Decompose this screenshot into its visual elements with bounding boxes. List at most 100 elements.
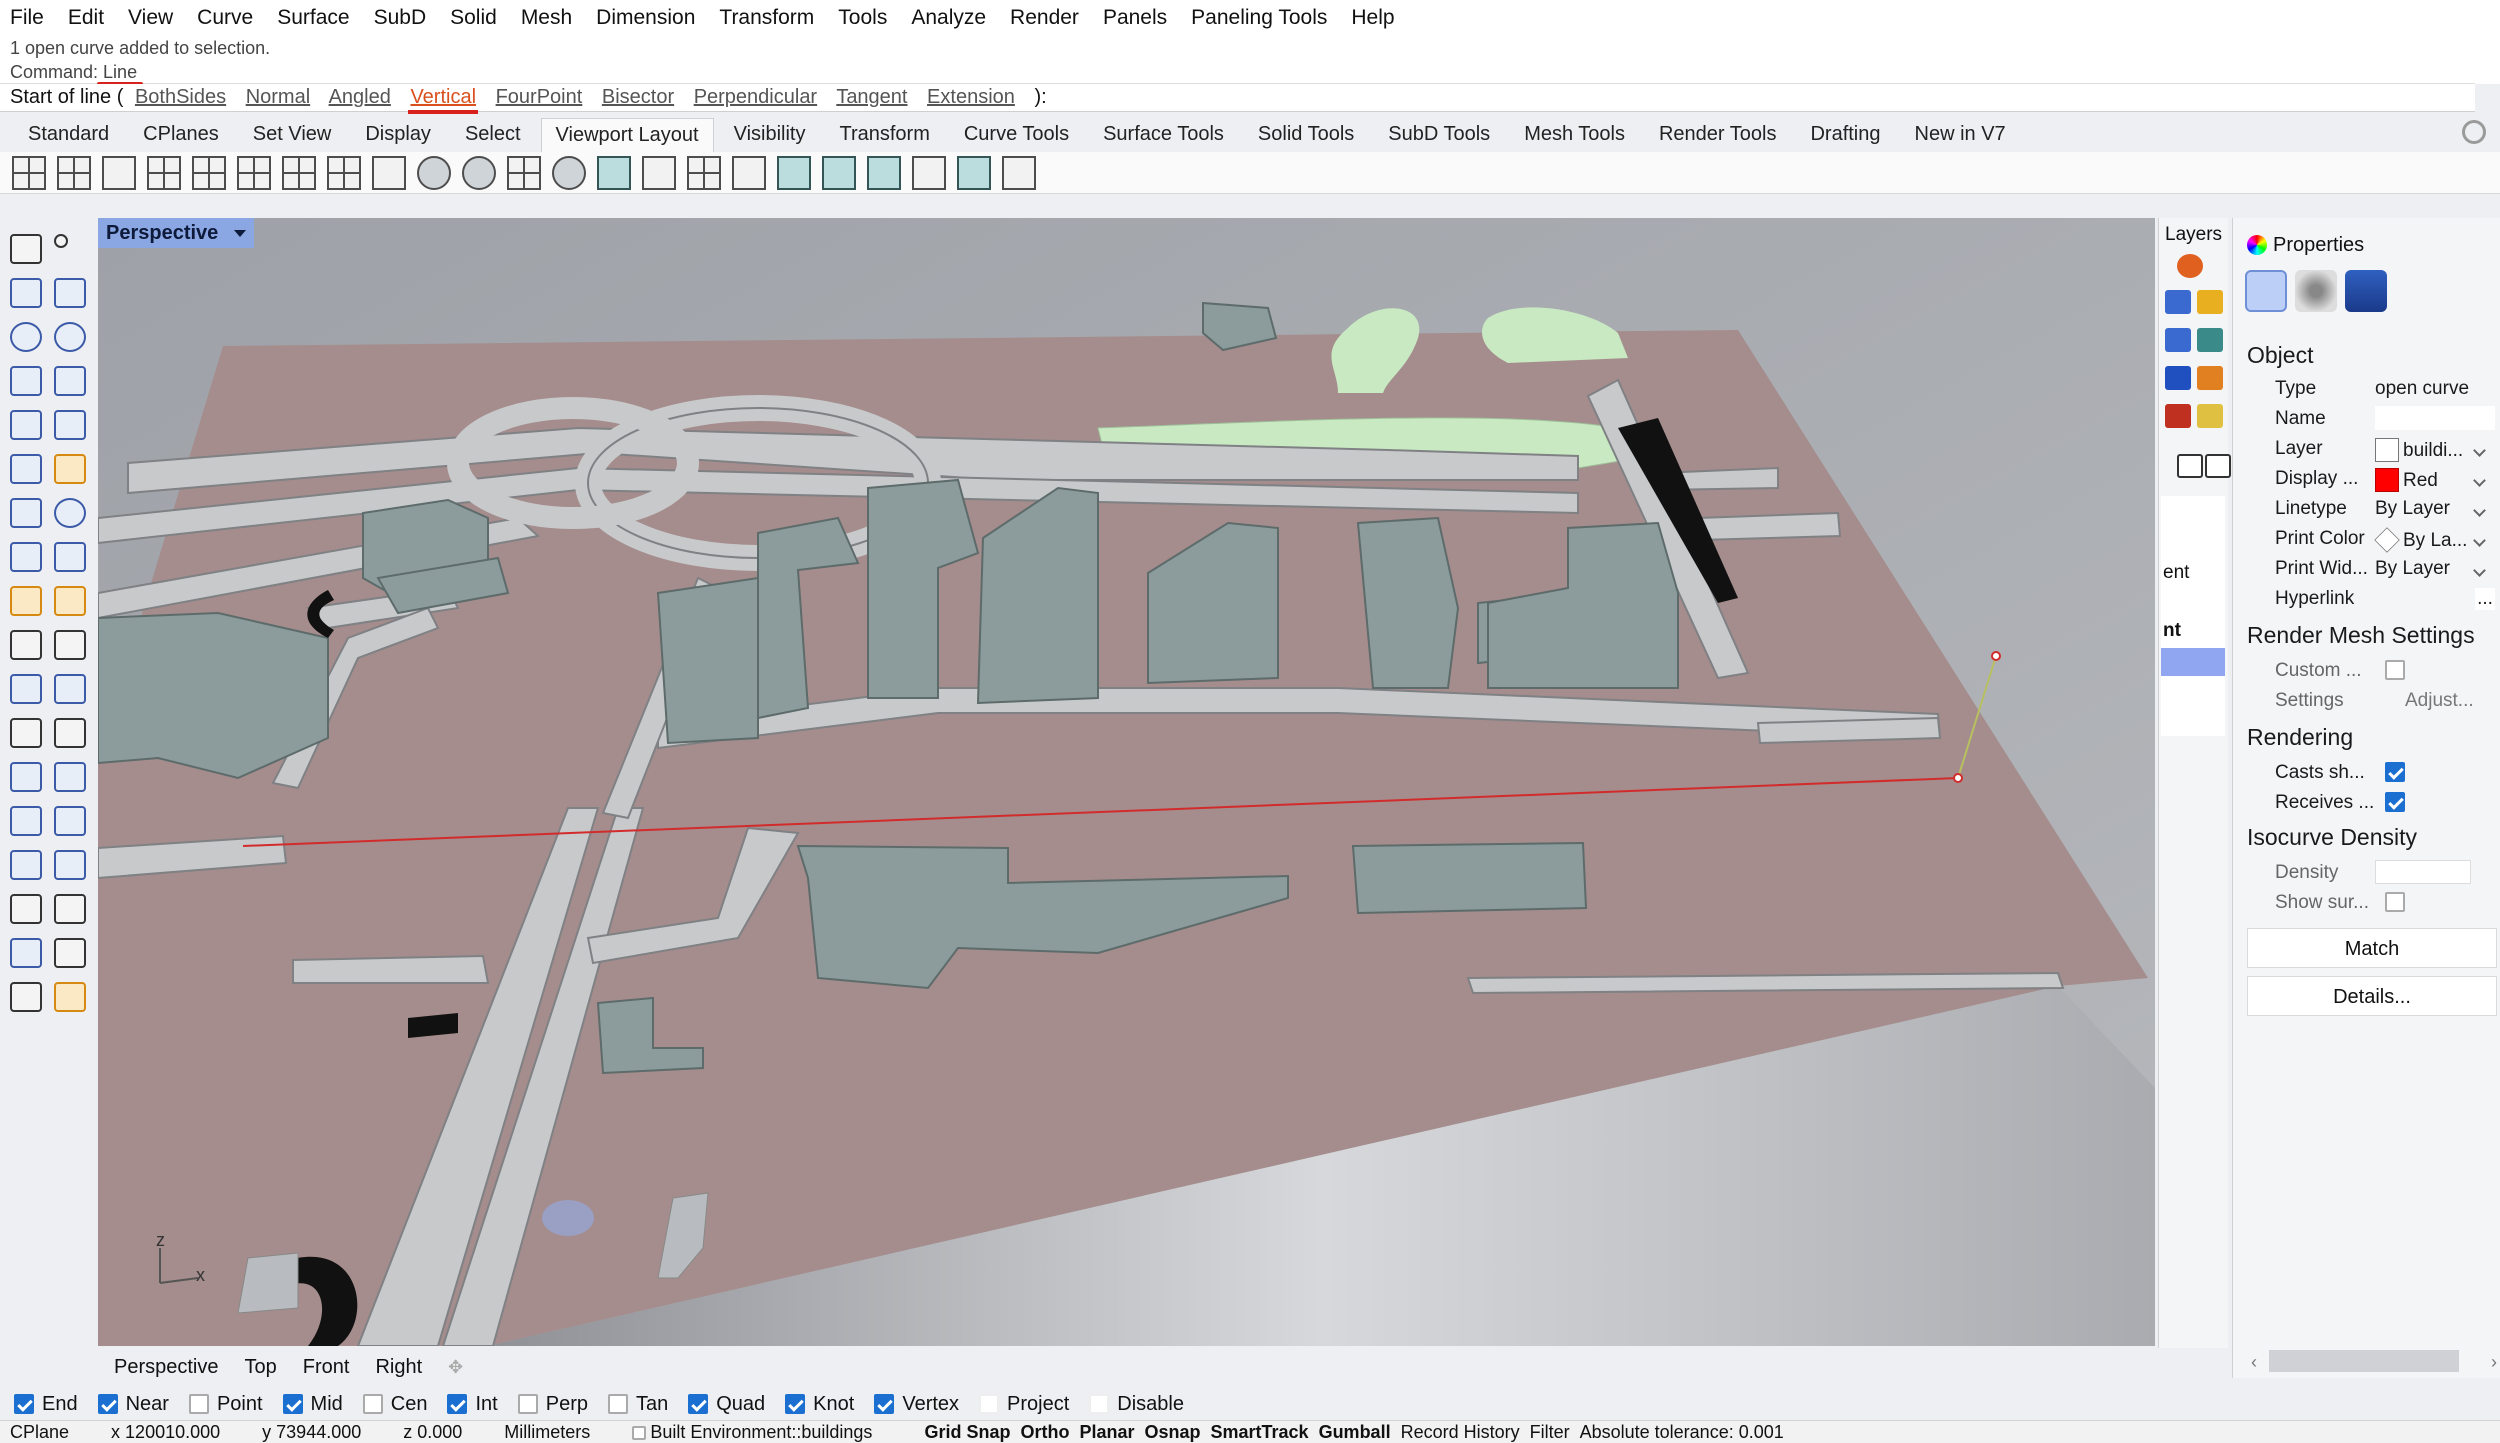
osnap-quad[interactable]: Quad	[688, 1393, 765, 1416]
option-angled[interactable]: Angled	[329, 86, 391, 108]
tab-new-in-v7[interactable]: New in V7	[1901, 118, 2020, 152]
layer-filter-icon[interactable]	[2197, 328, 2223, 352]
density-row[interactable]: Density	[2275, 860, 2495, 888]
tab-surface-tools[interactable]: Surface Tools	[1089, 118, 1238, 152]
status-cplane[interactable]: CPlane	[10, 1422, 69, 1443]
page-number-icon[interactable]	[957, 155, 991, 190]
layers-title[interactable]: Layers	[2159, 218, 2228, 246]
mirror-icon[interactable]	[54, 718, 86, 748]
menu-transform[interactable]: Transform	[719, 6, 814, 30]
split-vertical-icon[interactable]	[282, 155, 316, 190]
circle-icon[interactable]	[10, 322, 42, 352]
copy-icon[interactable]	[2205, 454, 2231, 478]
menu-subd[interactable]: SubD	[374, 6, 427, 30]
osnap-cen[interactable]: Cen	[362, 1393, 427, 1416]
tab-transform[interactable]: Transform	[825, 118, 943, 152]
menu-paneling-tools[interactable]: Paneling Tools	[1191, 6, 1327, 30]
scene-canvas[interactable]: x z	[98, 218, 2155, 1346]
cylinder-icon[interactable]	[10, 542, 42, 572]
osnap-project[interactable]: Project	[979, 1393, 1069, 1416]
distance-icon[interactable]	[54, 894, 86, 924]
custom-mesh-row[interactable]: Custom ...	[2275, 658, 2495, 686]
arc-icon[interactable]	[10, 410, 42, 440]
menu-help[interactable]: Help	[1351, 6, 1394, 30]
named-view-icon[interactable]	[417, 155, 451, 190]
split-viewport-icon[interactable]	[192, 155, 226, 190]
split-horizontal-icon[interactable]	[237, 155, 271, 190]
material-icon[interactable]	[2165, 404, 2191, 428]
tab-curve-tools[interactable]: Curve Tools	[950, 118, 1083, 152]
menu-file[interactable]: File	[10, 6, 44, 30]
vp-tab-front[interactable]: Front	[303, 1356, 350, 1379]
osnap-mid[interactable]: Mid	[282, 1393, 343, 1416]
option-bisector[interactable]: Bisector	[602, 86, 674, 108]
render-viewport-icon[interactable]	[597, 155, 631, 190]
osnap-tan[interactable]: Tan	[607, 1393, 668, 1416]
camera-icon[interactable]	[867, 155, 901, 190]
boolean-union-icon[interactable]	[10, 674, 42, 704]
menu-edit[interactable]: Edit	[68, 6, 104, 30]
prop-row-print-color[interactable]: Print Color By La...	[2275, 526, 2495, 554]
selected-layer-row[interactable]	[2161, 648, 2225, 676]
point-icon[interactable]	[54, 234, 68, 248]
viewport-title[interactable]: Perspective	[98, 218, 255, 248]
osnap-vertex[interactable]: Vertex	[874, 1393, 959, 1416]
light-bulb-icon[interactable]	[2197, 404, 2223, 428]
layout-icon[interactable]	[10, 938, 42, 968]
block-icon[interactable]	[10, 850, 42, 880]
layer-up-icon[interactable]	[2165, 328, 2191, 352]
properties-title[interactable]: Properties	[2247, 234, 2364, 257]
tools-icon[interactable]	[2197, 366, 2223, 390]
history-scrollbar[interactable]	[2475, 36, 2500, 84]
option-bothsides[interactable]: BothSides	[135, 86, 226, 108]
edit-points-icon[interactable]	[54, 806, 86, 836]
sphere-icon[interactable]	[54, 498, 86, 528]
grid-array-icon[interactable]	[10, 894, 42, 924]
trim-icon[interactable]	[10, 630, 42, 660]
print-icon[interactable]	[912, 155, 946, 190]
menu-surface[interactable]: Surface	[277, 6, 349, 30]
folder-icon[interactable]	[2197, 290, 2223, 314]
polyline-icon[interactable]	[10, 278, 42, 308]
extrude-icon[interactable]	[54, 454, 86, 484]
array-icon[interactable]	[10, 806, 42, 836]
viewport-properties-icon[interactable]	[327, 155, 361, 190]
menu-view[interactable]: View	[128, 6, 173, 30]
tab-solid-tools[interactable]: Solid Tools	[1244, 118, 1368, 152]
osnap-disable[interactable]: Disable	[1089, 1393, 1184, 1416]
option-normal[interactable]: Normal	[246, 86, 310, 108]
explode-icon[interactable]	[54, 586, 86, 616]
option-extension[interactable]: Extension	[927, 86, 1015, 108]
vp-tab-top[interactable]: Top	[245, 1356, 277, 1379]
curve-icon[interactable]	[54, 278, 86, 308]
lens-icon[interactable]	[552, 155, 586, 190]
tab-select[interactable]: Select	[451, 118, 535, 152]
menu-dimension[interactable]: Dimension	[596, 6, 695, 30]
tab-visibility[interactable]: Visibility	[720, 118, 820, 152]
osnap-end[interactable]: End	[14, 1393, 78, 1416]
surface-icon[interactable]	[10, 454, 42, 484]
box-icon[interactable]	[10, 498, 42, 528]
tab-mesh-tools[interactable]: Mesh Tools	[1510, 118, 1639, 152]
menu-curve[interactable]: Curve	[197, 6, 253, 30]
curvature-tab-icon[interactable]	[2295, 270, 2337, 312]
prop-row-display-color[interactable]: Display ... Red	[2275, 466, 2495, 494]
object-properties-tab-icon[interactable]	[2245, 270, 2287, 312]
option-vertical[interactable]: Vertical	[410, 86, 476, 108]
scale-icon[interactable]	[54, 762, 86, 792]
zoom-detail-icon[interactable]	[732, 155, 766, 190]
plan-view-icon[interactable]	[777, 155, 811, 190]
dimension-icon[interactable]	[54, 850, 86, 880]
prop-row-name[interactable]: Name	[2275, 406, 2495, 434]
new-layout-icon[interactable]	[642, 155, 676, 190]
polygon-icon[interactable]	[10, 366, 42, 396]
gear-icon[interactable]	[2462, 120, 2486, 144]
tab-set-view[interactable]: Set View	[239, 118, 346, 152]
status-smarttrack[interactable]: SmartTrack	[1211, 1422, 1309, 1443]
layers-list[interactable]	[2161, 496, 2225, 736]
option-fourpoint[interactable]: FourPoint	[496, 86, 583, 108]
status-gumball[interactable]: Gumball	[1319, 1422, 1391, 1443]
status-osnap[interactable]: Osnap	[1144, 1422, 1200, 1443]
layer-name-fragment-2[interactable]: nt	[2163, 620, 2181, 642]
status-layer[interactable]: Built Environment::buildings	[632, 1422, 914, 1443]
